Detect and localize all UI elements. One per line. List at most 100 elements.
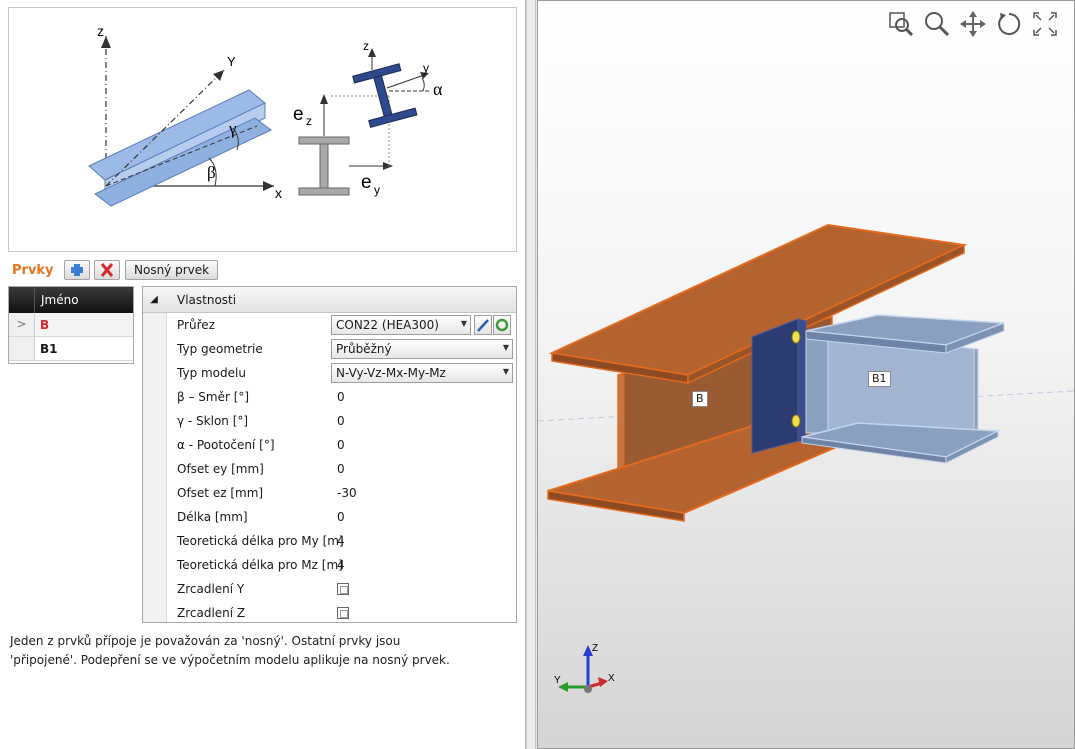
properties-list: Průřez CON22 (HEA300) ▼ Typ geometrie Pr…: [143, 313, 516, 625]
triad-axis-x: X: [608, 673, 615, 684]
length-input[interactable]: 0: [337, 510, 345, 524]
member-row-b[interactable]: > B: [9, 313, 133, 337]
chevron-down-icon: ▼: [460, 319, 467, 328]
prop-label: Zrcadlení Y: [177, 582, 245, 596]
diagram-axis-z: z: [97, 23, 104, 39]
new-section-button[interactable]: [493, 315, 511, 335]
prop-gamma: γ - Sklon [°] 0: [143, 409, 516, 433]
offset-ez-input[interactable]: -30: [337, 486, 357, 500]
help-text-line: 'připojené'. Podepření se ve výpočetním …: [10, 653, 450, 667]
alpha-input[interactable]: 0: [337, 438, 345, 452]
member-row-b1[interactable]: B1: [9, 337, 133, 361]
prop-label: γ - Sklon [°]: [177, 414, 249, 428]
diagram-ez: e: [293, 104, 304, 125]
offset-ey-input[interactable]: 0: [337, 462, 345, 476]
beta-input[interactable]: 0: [337, 390, 345, 404]
diagram-gamma: γ: [228, 119, 237, 138]
diagram-axis-y-small: y: [423, 61, 429, 75]
prop-label: Ofset ey [mm]: [177, 462, 264, 476]
properties-panel: ◢ Vlastnosti Průřez CON22 (HEA300) ▼ Typ…: [142, 286, 517, 623]
members-title: Prvky: [12, 263, 54, 278]
column-header-name[interactable]: Jméno: [35, 287, 79, 313]
row-selector-icon: >: [9, 313, 35, 336]
chevron-down-icon: ▼: [502, 343, 509, 352]
geometry-diagram-svg: z Y x γ β e z e y z y α: [88, 23, 443, 207]
edit-section-button[interactable]: [474, 315, 492, 335]
collapse-icon[interactable]: ◢: [143, 294, 165, 305]
prop-offset-ez: Ofset ez [mm] -30: [143, 481, 516, 505]
member-name: B1: [40, 342, 58, 356]
prop-label: Zrcadlení Z: [177, 606, 246, 620]
prop-label: Průřez: [177, 318, 215, 332]
prop-geometry-type: Typ geometrie Průběžný ▼: [143, 337, 516, 361]
prop-label: Teoretická délka pro Mz [m]: [177, 558, 343, 572]
gamma-input[interactable]: 0: [337, 414, 345, 428]
prop-label: β – Směr [°]: [177, 390, 250, 404]
delete-member-button[interactable]: [94, 260, 120, 280]
cross-section-select[interactable]: CON22 (HEA300) ▼: [331, 315, 471, 335]
triad-axis-z: Z: [592, 643, 598, 654]
triad-axis-y: Y: [554, 675, 561, 686]
geometry-type-select[interactable]: Průběžný ▼: [331, 339, 513, 359]
diagram-ey-sub: y: [374, 183, 380, 197]
member-name: B: [40, 318, 50, 332]
prop-cross-section: Průřez CON22 (HEA300) ▼: [143, 313, 516, 337]
diagram-ez-sub: z: [306, 114, 312, 128]
prop-label: Teoretická délka pro My [m]: [177, 534, 344, 548]
pencil-icon: [477, 319, 489, 332]
prop-mirror-z: Zrcadlení Z: [143, 601, 516, 625]
diagram-axis-x: x: [275, 185, 282, 201]
diagram-alpha: α: [433, 79, 443, 99]
panel-splitter[interactable]: [526, 0, 536, 749]
delete-icon: [100, 263, 114, 277]
prop-alpha: α - Pootočení [°] 0: [143, 433, 516, 457]
properties-title: Vlastnosti: [177, 292, 237, 307]
prop-model-type: Typ modelu N-Vy-Vz-Mx-My-Mz ▼: [143, 361, 516, 385]
properties-header[interactable]: ◢ Vlastnosti: [143, 287, 516, 313]
prop-offset-ey: Ofset ey [mm] 0: [143, 457, 516, 481]
member-label-b1: B1: [868, 371, 891, 387]
cross-section-value: CON22 (HEA300): [336, 318, 439, 332]
prop-label: α - Pootočení [°]: [177, 438, 275, 452]
chevron-down-icon: ▼: [502, 367, 509, 376]
prop-length-my: Teoretická délka pro My [m] 4: [143, 529, 516, 553]
3d-scene: Z X Y: [538, 223, 1074, 693]
prop-mirror-y: Zrcadlení Y: [143, 577, 516, 601]
prop-length: Délka [mm] 0: [143, 505, 516, 529]
geometry-type-value: Průběžný: [336, 342, 392, 356]
prop-label: Ofset ez [mm]: [177, 486, 264, 500]
add-icon: [71, 264, 83, 276]
3d-viewport[interactable]: Z X Y B B1: [537, 0, 1075, 749]
grid-header: Jméno: [9, 287, 133, 313]
prop-label: Typ geometrie: [177, 342, 263, 356]
carrier-member-button[interactable]: Nosný prvek: [125, 260, 219, 280]
help-text: Jeden z prvků přípoje je považován za 'n…: [10, 632, 510, 670]
diagram-axis-z-small: z: [363, 39, 369, 53]
diagram-axis-y: Y: [227, 54, 236, 69]
model-type-select[interactable]: N-Vy-Vz-Mx-My-Mz ▼: [331, 363, 513, 383]
prop-length-mz: Teoretická délka pro Mz [m] 4: [143, 553, 516, 577]
pan-icon[interactable]: [958, 9, 988, 39]
viewport-toolbar: [886, 9, 1060, 41]
members-grid: Jméno > B B1: [8, 286, 134, 364]
member-label-b: B: [692, 391, 708, 407]
diagram-beta: β: [207, 163, 216, 182]
rotate-icon[interactable]: [994, 9, 1024, 39]
prop-label: Délka [mm]: [177, 510, 248, 524]
length-mz-input[interactable]: 4: [337, 558, 345, 572]
fit-icon[interactable]: [1030, 9, 1060, 39]
mirror-y-checkbox[interactable]: [337, 583, 349, 595]
members-toolbar: Prvky Nosný prvek: [8, 259, 517, 283]
add-member-button[interactable]: [64, 260, 90, 280]
zoom-window-icon[interactable]: [886, 9, 916, 39]
length-my-input[interactable]: 4: [337, 534, 345, 548]
geometry-diagram: z Y x γ β e z e y z y α: [8, 7, 517, 252]
refresh-icon: [495, 318, 509, 332]
prop-beta: β – Směr [°] 0: [143, 385, 516, 409]
zoom-icon[interactable]: [922, 9, 952, 39]
diagram-ey: e: [361, 172, 372, 193]
left-pane: z Y x γ β e z e y z y α Prvky Nosný prve…: [0, 0, 526, 749]
model-type-value: N-Vy-Vz-Mx-My-Mz: [336, 366, 446, 380]
prop-label: Typ modelu: [177, 366, 246, 380]
mirror-z-checkbox[interactable]: [337, 607, 349, 619]
